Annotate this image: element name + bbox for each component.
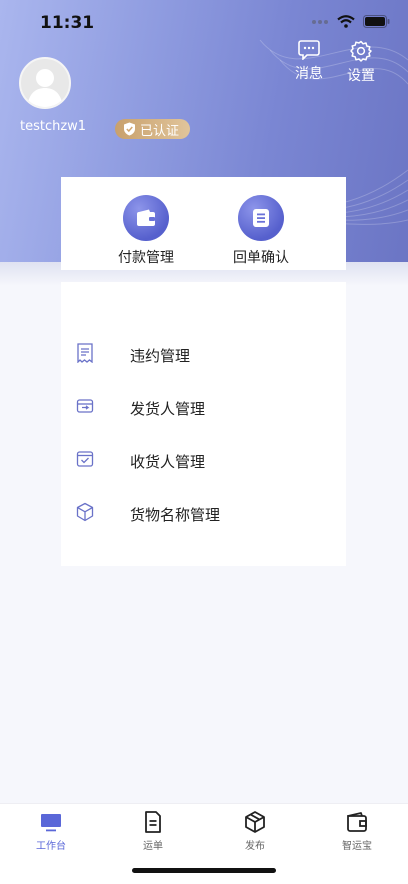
signal-icon xyxy=(312,19,328,24)
battery-icon xyxy=(363,15,390,28)
settings-button[interactable]: 设置 xyxy=(336,40,386,85)
cube-icon xyxy=(76,502,94,522)
gear-icon xyxy=(350,40,372,62)
menu-card: 违约管理 发货人管理 收货人管理 货物名称管理 xyxy=(61,282,346,566)
tab-label: 智运宝 xyxy=(342,841,372,852)
payment-management-button[interactable]: 付款管理 xyxy=(96,195,196,267)
messages-button[interactable]: 消息 xyxy=(284,40,334,83)
wifi-icon xyxy=(337,15,355,28)
verified-label: 已认证 xyxy=(140,123,180,139)
verified-badge: 已认证 xyxy=(115,119,191,139)
username: testchzw1 xyxy=(20,119,87,134)
menu-item-breach-management[interactable]: 违约管理 xyxy=(61,334,346,374)
menu-item-shipper-management[interactable]: 发货人管理 xyxy=(61,387,346,427)
wallet-icon xyxy=(137,209,155,226)
tab-workbench[interactable]: 工作台 xyxy=(0,810,102,852)
quick-actions-card: 付款管理 回单确认 xyxy=(61,177,346,270)
status-bar: 11:31 xyxy=(0,0,408,44)
tab-label: 运单 xyxy=(143,841,163,852)
settings-label: 设置 xyxy=(347,68,375,84)
status-time: 11:31 xyxy=(40,13,95,33)
tab-waybill[interactable]: 运单 xyxy=(102,810,204,852)
avatar[interactable] xyxy=(19,57,71,109)
menu-label: 违约管理 xyxy=(130,347,191,365)
menu-item-cargo-name-management[interactable]: 货物名称管理 xyxy=(61,493,346,533)
cube-icon xyxy=(245,811,265,833)
wallet-icon xyxy=(347,812,367,832)
outbox-icon xyxy=(76,399,94,413)
monitor-icon xyxy=(41,814,61,832)
tab-label: 发布 xyxy=(245,841,265,852)
payment-management-label: 付款管理 xyxy=(118,250,174,266)
menu-item-consignee-management[interactable]: 收货人管理 xyxy=(61,440,346,480)
messages-label: 消息 xyxy=(295,66,323,82)
receipt-confirm-label: 回单确认 xyxy=(233,250,289,266)
shield-check-icon xyxy=(124,122,135,136)
tab-label: 工作台 xyxy=(36,841,66,852)
document-icon xyxy=(253,209,269,227)
menu-label: 收货人管理 xyxy=(130,453,206,471)
message-icon xyxy=(298,40,320,60)
document-icon xyxy=(145,811,161,833)
inbox-check-icon xyxy=(76,451,94,467)
user-silhouette-icon xyxy=(27,69,63,107)
receipt-confirm-button[interactable]: 回单确认 xyxy=(211,195,311,267)
tab-publish[interactable]: 发布 xyxy=(204,810,306,852)
receipt-icon xyxy=(77,343,93,363)
tab-zhiyunbao[interactable]: 智运宝 xyxy=(306,810,408,852)
menu-label: 发货人管理 xyxy=(130,400,206,418)
menu-label: 货物名称管理 xyxy=(130,506,221,524)
home-indicator xyxy=(132,868,276,873)
